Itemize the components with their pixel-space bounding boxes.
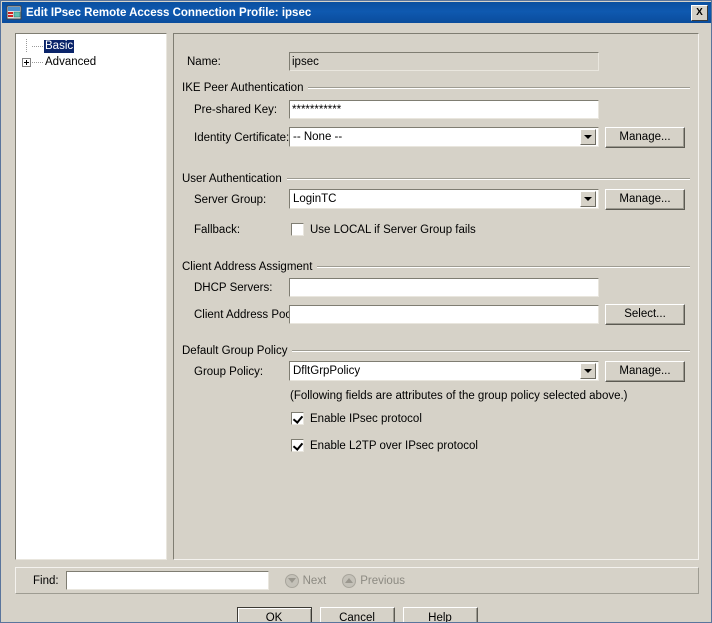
default-group-policy-group: Default Group Policy <box>182 345 690 357</box>
dhcp-servers-label: DHCP Servers: <box>194 282 273 294</box>
identity-certificate-value: -- None -- <box>293 131 343 143</box>
group-policy-value: DfltGrpPolicy <box>293 365 361 377</box>
fallback-checkbox-label: Use LOCAL if Server Group fails <box>310 223 476 236</box>
find-previous-label: Previous <box>360 574 405 587</box>
dhcp-servers-row: DHCP Servers: <box>194 282 272 294</box>
tree-connector-icon <box>32 58 44 67</box>
ok-button[interactable]: OK <box>236 607 312 622</box>
basic-settings-panel: Name: IKE Peer Authentication Pre-shared… <box>173 33 699 560</box>
client-address-pools-label: Client Address Pools: <box>194 309 304 321</box>
group-divider <box>286 178 690 180</box>
server-group-row: Server Group: <box>194 194 266 206</box>
group-policy-note: (Following fields are attributes of the … <box>290 390 628 402</box>
find-input[interactable] <box>65 571 269 590</box>
user-authentication-group: User Authentication <box>182 173 690 185</box>
group-divider <box>308 87 690 89</box>
client-address-pools-row: Client Address Pools: <box>194 309 303 321</box>
server-group-manage-button[interactable]: Manage... <box>605 189 685 210</box>
tree-item-advanced-label: Advanced <box>45 56 97 68</box>
cancel-button[interactable]: Cancel <box>319 607 395 622</box>
help-button[interactable]: Help <box>402 607 478 622</box>
enable-ipsec-checkbox[interactable] <box>291 412 304 425</box>
ike-peer-authentication-title: IKE Peer Authentication <box>182 82 304 94</box>
find-label: Find: <box>33 574 59 587</box>
client-address-assignment-title: Client Address Assigment <box>182 261 313 273</box>
close-icon[interactable]: X <box>691 4 708 21</box>
group-policy-row: Group Policy: <box>194 366 263 378</box>
enable-l2tp-checkbox[interactable] <box>291 439 304 452</box>
tree-expand-plus-icon[interactable] <box>22 58 31 67</box>
group-divider <box>317 266 690 268</box>
user-authentication-title: User Authentication <box>182 173 282 185</box>
name-label: Name: <box>187 56 221 68</box>
tree-connector-icon <box>32 42 44 51</box>
group-policy-manage-button[interactable]: Manage... <box>605 361 685 382</box>
client-address-pools-select-button[interactable]: Select... <box>605 304 685 325</box>
fallback-checkbox[interactable] <box>291 223 304 236</box>
tree-item-basic[interactable]: Basic <box>22 39 166 54</box>
navigation-tree[interactable]: Basic Advanced <box>15 33 167 560</box>
identity-certificate-select[interactable]: -- None -- <box>289 127 599 147</box>
find-previous-button[interactable]: Previous <box>342 573 405 588</box>
enable-ipsec-row[interactable]: Enable IPsec protocol <box>291 412 422 425</box>
window-title: Edit IPsec Remote Access Connection Prof… <box>26 7 312 19</box>
edit-ipsec-profile-window: Edit IPsec Remote Access Connection Prof… <box>0 0 712 623</box>
pre-shared-key-row: Pre-shared Key: <box>194 104 277 116</box>
title-bar: Edit IPsec Remote Access Connection Prof… <box>2 2 711 23</box>
ike-peer-authentication-group: IKE Peer Authentication <box>182 82 690 94</box>
chevron-down-icon[interactable] <box>580 363 596 379</box>
tree-item-advanced[interactable]: Advanced <box>22 55 166 70</box>
group-divider <box>292 350 690 352</box>
fallback-checkbox-row[interactable]: Use LOCAL if Server Group fails <box>291 223 476 236</box>
arrow-down-circle-icon <box>284 573 299 588</box>
identity-certificate-row: Identity Certificate: <box>194 132 289 144</box>
pre-shared-key-input[interactable] <box>289 100 599 119</box>
chevron-down-icon[interactable] <box>580 191 596 207</box>
client-address-pools-input[interactable] <box>289 305 599 324</box>
fallback-label: Fallback: <box>194 224 241 236</box>
server-group-value: LoginTC <box>293 193 337 205</box>
identity-certificate-manage-button[interactable]: Manage... <box>605 127 685 148</box>
chevron-down-icon[interactable] <box>580 129 596 145</box>
client-address-assignment-group: Client Address Assigment <box>182 261 690 273</box>
find-next-label: Next <box>302 574 327 587</box>
arrow-up-circle-icon <box>342 573 357 588</box>
dhcp-servers-input[interactable] <box>289 278 599 297</box>
tree-expander-placeholder-icon <box>22 42 31 51</box>
group-policy-label: Group Policy: <box>194 366 264 378</box>
default-group-policy-title: Default Group Policy <box>182 345 288 357</box>
pre-shared-key-label: Pre-shared Key: <box>194 104 278 116</box>
fallback-row: Fallback: <box>194 224 240 236</box>
enable-l2tp-row[interactable]: Enable L2TP over IPsec protocol <box>291 439 478 452</box>
profile-window-icon <box>6 5 22 20</box>
dialog-button-bar: OK Cancel Help <box>2 607 711 622</box>
enable-l2tp-label: Enable L2TP over IPsec protocol <box>310 439 478 452</box>
find-bar: Find: Next Previous <box>15 567 699 594</box>
find-next-button[interactable]: Next <box>284 573 327 588</box>
server-group-label: Server Group: <box>194 194 267 206</box>
tree-item-basic-label: Basic <box>44 40 75 53</box>
enable-ipsec-label: Enable IPsec protocol <box>310 412 422 425</box>
group-policy-select[interactable]: DfltGrpPolicy <box>289 361 599 381</box>
window-client-area: Basic Advanced Name: IKE Peer Authentica… <box>2 23 711 622</box>
server-group-select[interactable]: LoginTC <box>289 189 599 209</box>
name-row: Name: <box>187 56 221 68</box>
name-input[interactable] <box>289 52 599 71</box>
identity-certificate-label: Identity Certificate: <box>194 132 290 144</box>
